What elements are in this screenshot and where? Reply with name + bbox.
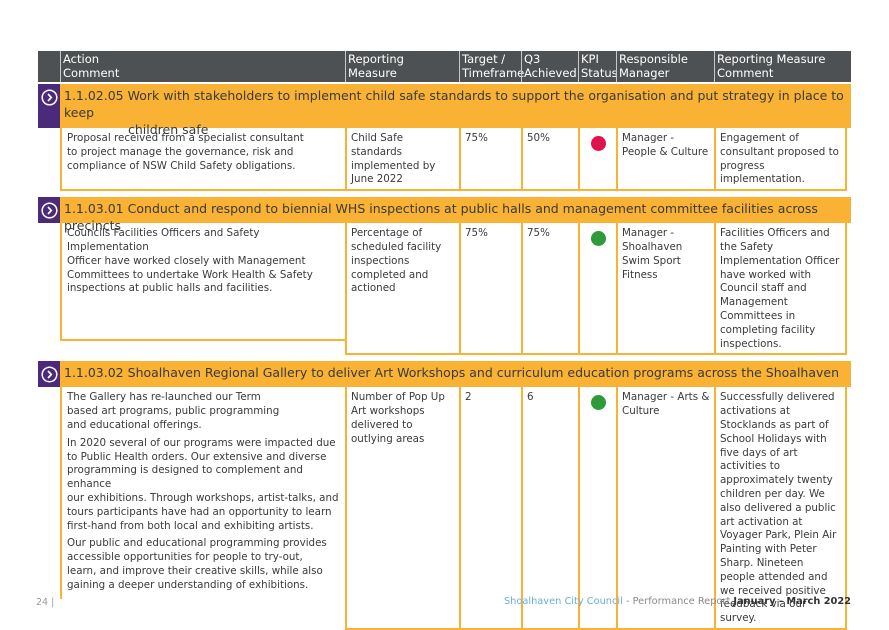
header-responsible-manager: Responsible Manager xyxy=(616,51,714,82)
header-target-timeframe: Target / Timeframe xyxy=(459,51,524,82)
target-value: 2 xyxy=(459,387,521,630)
responsible-manager: Manager - People & Culture xyxy=(616,128,714,192)
target-value: 75% xyxy=(459,128,521,192)
expand-button[interactable] xyxy=(38,197,60,224)
kpi-status-red-indicator xyxy=(590,136,606,151)
table-header: Action Comment Reporting Measure Target … xyxy=(38,51,851,82)
page-number: 24 | xyxy=(36,597,55,608)
action-title-bar: 1.1.03.01 Conduct and respond to biennial… xyxy=(38,197,851,233)
header-kpi-status: KPI Status xyxy=(578,51,618,82)
target-value: 75% xyxy=(459,223,521,356)
action-title-bar: 1.1.02.05 Work with stakeholders to imple… xyxy=(38,84,851,137)
reporting-measure: Number of Pop Up Art workshops delivered… xyxy=(345,387,459,630)
responsible-manager: Manager - Arts & Culture xyxy=(616,387,714,630)
reporting-measure: Child Safe standards implemented by June… xyxy=(345,128,459,192)
performance-table: Action Comment Reporting Measure Target … xyxy=(38,51,851,630)
action-comment-cell: Councils Facilities Officers and Safety … xyxy=(60,223,345,342)
header-spacer xyxy=(38,51,60,82)
footer-report-title: Shoalhaven City Council - Performance Re… xyxy=(504,596,851,607)
q3-achieved-value: 50% xyxy=(521,128,578,192)
action-comment-paragraph: Our public and educational programming p… xyxy=(67,537,327,591)
kpi-status-cell xyxy=(578,128,616,192)
footer-period: January - March 2022 xyxy=(733,596,851,607)
action-code: 1.1.03.02 xyxy=(64,365,124,381)
chevron-right-circle-icon xyxy=(40,202,58,219)
action-code: 1.1.02.05 xyxy=(64,88,124,103)
chevron-right-circle-icon xyxy=(40,366,58,383)
header-q3-achieved: Q3 Achieved xyxy=(521,51,578,82)
action-code: 1.1.03.01 xyxy=(64,201,124,217)
action-comment-paragraph: In 2020 several of our programs were imp… xyxy=(67,436,339,532)
q3-achieved-value: 6 xyxy=(521,387,578,630)
reporting-measure: Percentage of scheduled facility inspect… xyxy=(345,223,459,356)
table-row: Councils Facilities Officers and Safety … xyxy=(38,223,851,356)
reporting-measure-comment: Successfully delivered activations at St… xyxy=(714,387,847,630)
reporting-measure-comment: Facilities Officers and the Safety Imple… xyxy=(714,223,847,356)
action-title: Work with stakeholders to implement chil… xyxy=(64,88,844,120)
footer-organisation: Shoalhaven City Council xyxy=(503,596,623,607)
action-section: 1.1.03.01 Conduct and respond to biennial… xyxy=(38,197,851,356)
action-title: Shoalhaven Regional Gallery to deliver A… xyxy=(127,365,840,381)
kpi-status-green-indicator xyxy=(590,395,606,411)
action-section: 1.1.03.02 Shoalhaven Regional Gallery to … xyxy=(38,361,851,630)
expand-button[interactable] xyxy=(38,361,60,388)
kpi-status-cell xyxy=(578,387,616,630)
q3-achieved-value: 75% xyxy=(521,223,578,356)
expand-button[interactable] xyxy=(38,84,60,128)
chevron-right-circle-icon xyxy=(40,89,58,106)
action-comment: Councils Facilities Officers and Safety … xyxy=(67,227,313,295)
action-comment: Proposal received from a specialist cons… xyxy=(67,132,304,172)
table-row: The Gallery has re-launched our Term bas… xyxy=(38,387,851,630)
header-reporting-measure-comment: Reporting Measure Comment xyxy=(714,51,847,82)
action-comment-cell: The Gallery has re-launched our Term bas… xyxy=(60,387,345,600)
kpi-status-green-indicator xyxy=(590,231,606,247)
table-row: Proposal received from a specialist cons… xyxy=(38,128,851,192)
action-comment-paragraph: The Gallery has re-launched our Term bas… xyxy=(67,391,280,431)
header-action-comment: Action Comment xyxy=(60,51,345,82)
reporting-measure-comment: Engagement of consultant proposed to pro… xyxy=(714,128,847,192)
kpi-status-cell xyxy=(578,223,616,356)
footer-separator: - Performance Report xyxy=(622,596,734,607)
header-reporting-measure: Reporting Measure xyxy=(345,51,459,82)
responsible-manager: Manager - Shoalhaven Swim Sport Fitness xyxy=(616,223,714,356)
action-section: 1.1.02.05 Work with stakeholders to imple… xyxy=(38,84,851,192)
action-title-bar: 1.1.03.02 Shoalhaven Regional Gallery to … xyxy=(38,361,851,388)
action-comment-cell: Proposal received from a specialist cons… xyxy=(60,128,345,191)
